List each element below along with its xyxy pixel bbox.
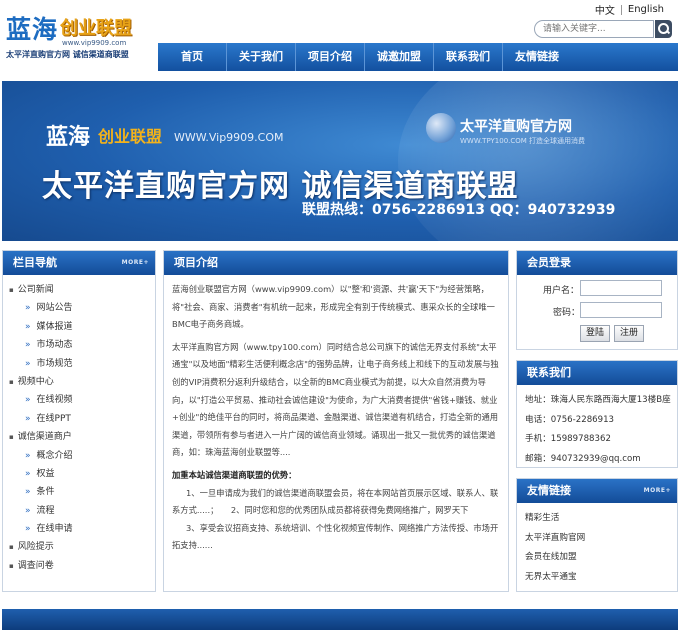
search-input[interactable]	[534, 20, 654, 38]
register-button[interactable]: 注册	[614, 325, 644, 342]
nav-join[interactable]: 诚邀加盟	[365, 43, 433, 71]
friend-links-panel: 友情链接 MORE+ 精彩生活 太平洋直购官网 会员在线加盟 无界太平通宝	[516, 478, 678, 592]
logo-text-blue: 蓝海	[6, 15, 59, 44]
nav-links[interactable]: 友情链接	[503, 43, 571, 71]
category-nav-panel: 栏目导航 MORE+ 公司新闻网站公告媒体报道市场动态市场规范视频中心在线视频在…	[2, 250, 156, 592]
banner-brand-url: WWW.TPY100.COM 打造全球通用消费	[460, 137, 586, 145]
nav-projects[interactable]: 项目介绍	[296, 43, 364, 71]
contact-phone: 电话：0756-2286913	[525, 414, 615, 425]
more-link[interactable]: MORE+	[122, 251, 149, 275]
username-input[interactable]	[580, 280, 662, 296]
subcategory-item[interactable]: 市场动态	[9, 336, 155, 354]
banner-logo-blue: 蓝海	[46, 125, 91, 150]
subcategory-item[interactable]: 市场规范	[9, 355, 155, 373]
friend-links-list: 精彩生活 太平洋直购官网 会员在线加盟 无界太平通宝	[517, 503, 677, 593]
subcategory-item[interactable]: 媒体报道	[9, 318, 155, 336]
subcategory-item[interactable]: 在线PPT	[9, 410, 155, 428]
username-label: 用户名：	[543, 286, 580, 296]
more-link[interactable]: MORE+	[644, 479, 671, 503]
password-input[interactable]	[580, 302, 662, 318]
nav-contact[interactable]: 联系我们	[434, 43, 502, 71]
category-nav-title: 栏目导航	[13, 256, 57, 269]
intro-paragraph: 蓝海创业联盟官方网（www.vip9909.com）以"整'和'资源、共'赢'天…	[172, 284, 495, 330]
advantage-item: 1、一旦申请成为我们的诚信渠道商联盟会员，将在本网站首页展示区域、联系人、联系方…	[172, 487, 499, 516]
advantage-item: 3、享受会议招商支持、系统培训、个性化视频宣传制作、网络推广方法传授、市场开拓支…	[172, 522, 499, 551]
friend-links-header: 友情链接 MORE+	[517, 479, 677, 503]
banner-logo-orange: 创业联盟	[98, 127, 163, 146]
member-login-title: 会员登录	[527, 256, 571, 269]
category-item[interactable]: 公司新闻	[9, 281, 155, 299]
category-nav-header: 栏目导航 MORE+	[3, 251, 155, 275]
intro-paragraph: 太平洋直购官方网（www.tpy100.com）同时结合总公司旗下的诚信无界支付…	[172, 341, 499, 458]
category-list: 公司新闻网站公告媒体报道市场动态市场规范视频中心在线视频在线PPT诚信渠道商户概…	[3, 275, 155, 575]
friend-link[interactable]: 会员在线加盟	[525, 548, 669, 568]
category-item[interactable]: 风险提示	[9, 538, 155, 556]
member-login-panel: 会员登录 用户名： 密码： 登陆 注册	[516, 250, 678, 350]
nav-home[interactable]: 首页	[158, 43, 226, 71]
project-intro-panel: 项目介绍 蓝海创业联盟官方网（www.vip9909.com）以"整'和'资源、…	[163, 250, 509, 592]
friend-link[interactable]: 无界太平通宝	[525, 568, 669, 588]
logo-text-orange: 创业联盟	[60, 18, 132, 39]
category-item[interactable]: 视频中心	[9, 373, 155, 391]
advantage-title: 加重本站诚信渠道商联盟的优势：	[172, 469, 297, 480]
contact-lines: 地址：珠海人民东路西海大厦13楼B座 电话：0756-2286913 手机：15…	[517, 385, 677, 475]
member-login-header: 会员登录	[517, 251, 677, 275]
subcategory-item[interactable]: 流程	[9, 502, 155, 520]
category-item[interactable]: 调查问卷	[9, 557, 155, 575]
language-switcher: 中文 English	[589, 2, 670, 17]
banner-hotline: 联盟热线：0756-2286913 QQ：940732939	[302, 202, 616, 218]
category-item[interactable]: 诚信渠道商户	[9, 428, 155, 446]
subcategory-item[interactable]: 在线申请	[9, 520, 155, 538]
contact-address: 地址：珠海人民东路西海大厦13楼B座	[525, 395, 671, 405]
logo-slogan: 太平洋直购官方网 诚信渠道商联盟	[6, 50, 129, 59]
search-bar	[534, 20, 672, 38]
friend-link[interactable]: 精彩生活	[525, 509, 669, 529]
contact-header: 联系我们	[517, 361, 677, 385]
login-button[interactable]: 登陆	[580, 325, 610, 342]
site-logo[interactable]: 蓝海 创业联盟 www.vip9909.com 太平洋直购官方网 诚信渠道商联盟	[6, 16, 156, 60]
contact-email[interactable]: 邮箱：940732939@qq.com	[525, 450, 669, 470]
subcategory-item[interactable]: 概念介绍	[9, 447, 155, 465]
contact-panel: 联系我们 地址：珠海人民东路西海大厦13楼B座 电话：0756-2286913 …	[516, 360, 678, 468]
subcategory-item[interactable]: 权益	[9, 465, 155, 483]
banner-brand: 太平洋直购官方网	[460, 119, 572, 135]
contact-mobile: 手机：15989788362	[525, 434, 611, 444]
main-nav: 首页 关于我们 项目介绍 诚邀加盟 联系我们 友情链接	[158, 43, 678, 71]
contact-title: 联系我们	[527, 366, 571, 379]
project-intro-title: 项目介绍	[174, 256, 218, 269]
hero-banner: 蓝海 创业联盟 WWW.Vip9909.COM 太平洋直购官方网 WWW.TPY…	[2, 81, 678, 241]
friend-links-title: 友情链接	[527, 484, 571, 497]
subcategory-item[interactable]: 在线视频	[9, 391, 155, 409]
brand-emblem-icon	[426, 113, 456, 143]
search-icon[interactable]	[655, 20, 672, 38]
project-intro-header: 项目介绍	[164, 251, 508, 275]
nav-about[interactable]: 关于我们	[227, 43, 295, 71]
subcategory-item[interactable]: 条件	[9, 483, 155, 501]
password-label: 密码：	[553, 308, 581, 318]
friend-link[interactable]: 太平洋直购官网	[525, 529, 669, 549]
logo-url: www.vip9909.com	[62, 39, 127, 47]
subcategory-item[interactable]: 网站公告	[9, 299, 155, 317]
banner-url: WWW.Vip9909.COM	[174, 131, 284, 144]
footer-bar	[2, 609, 678, 630]
lang-english-link[interactable]: English	[622, 4, 670, 15]
project-intro-body: 蓝海创业联盟官方网（www.vip9909.com）以"整'和'资源、共'赢'天…	[164, 275, 508, 566]
lang-chinese-link[interactable]: 中文	[589, 2, 621, 17]
